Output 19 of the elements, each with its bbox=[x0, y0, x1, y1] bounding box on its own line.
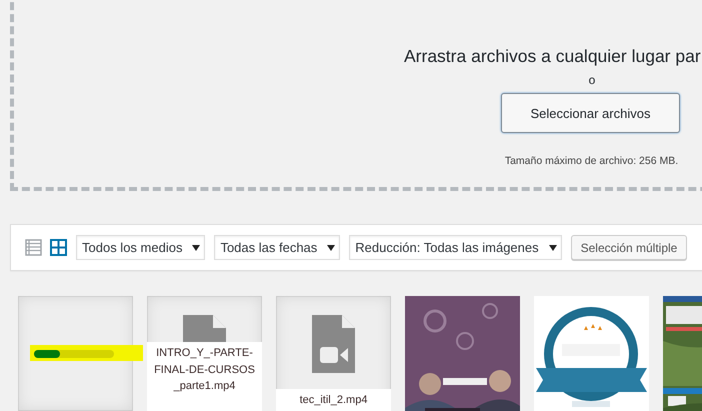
drop-zone[interactable]: Arrastra archivos a cualquier lugar par o Seleccionar archivos Tamaño máximo de archivo: 256 MB. bbox=[10, 0, 702, 191]
caret-icon bbox=[192, 244, 200, 250]
caret-icon bbox=[327, 244, 336, 250]
filter-dropdown[interactable]: Todas las fechas bbox=[214, 235, 340, 260]
file-name: tec_itil_2.mp4 bbox=[276, 388, 391, 411]
separator-text: o bbox=[588, 73, 596, 87]
bulk-select-button[interactable]: Selección múltiple bbox=[570, 235, 688, 260]
select-files-button[interactable]: Seleccionar archivos bbox=[501, 93, 680, 133]
video-file-icon bbox=[312, 315, 355, 373]
media-tile[interactable]: tec_itil_2.mp4 bbox=[276, 296, 391, 411]
media-tile[interactable]: INTRO_Y_-PARTE-FINAL-DE-CURSOS_parte1.mp4 bbox=[147, 296, 262, 411]
caret-icon bbox=[548, 244, 557, 250]
file-name: INTRO_Y_-PARTE-FINAL-DE-CURSOS_parte1.mp4 bbox=[147, 342, 262, 411]
drop-zone-title: Arrastra archivos a cualquier lugar par bbox=[404, 45, 701, 67]
video-file-icon bbox=[183, 315, 226, 342]
grid-view-icon[interactable] bbox=[50, 239, 67, 256]
max-file-size: Tamaño máximo de archivo: 256 MB. bbox=[504, 155, 678, 167]
filter-dropdown[interactable]: Reducción: Todas las imágenes bbox=[349, 235, 562, 260]
filter-dropdown[interactable]: Todos los medios bbox=[76, 235, 206, 260]
